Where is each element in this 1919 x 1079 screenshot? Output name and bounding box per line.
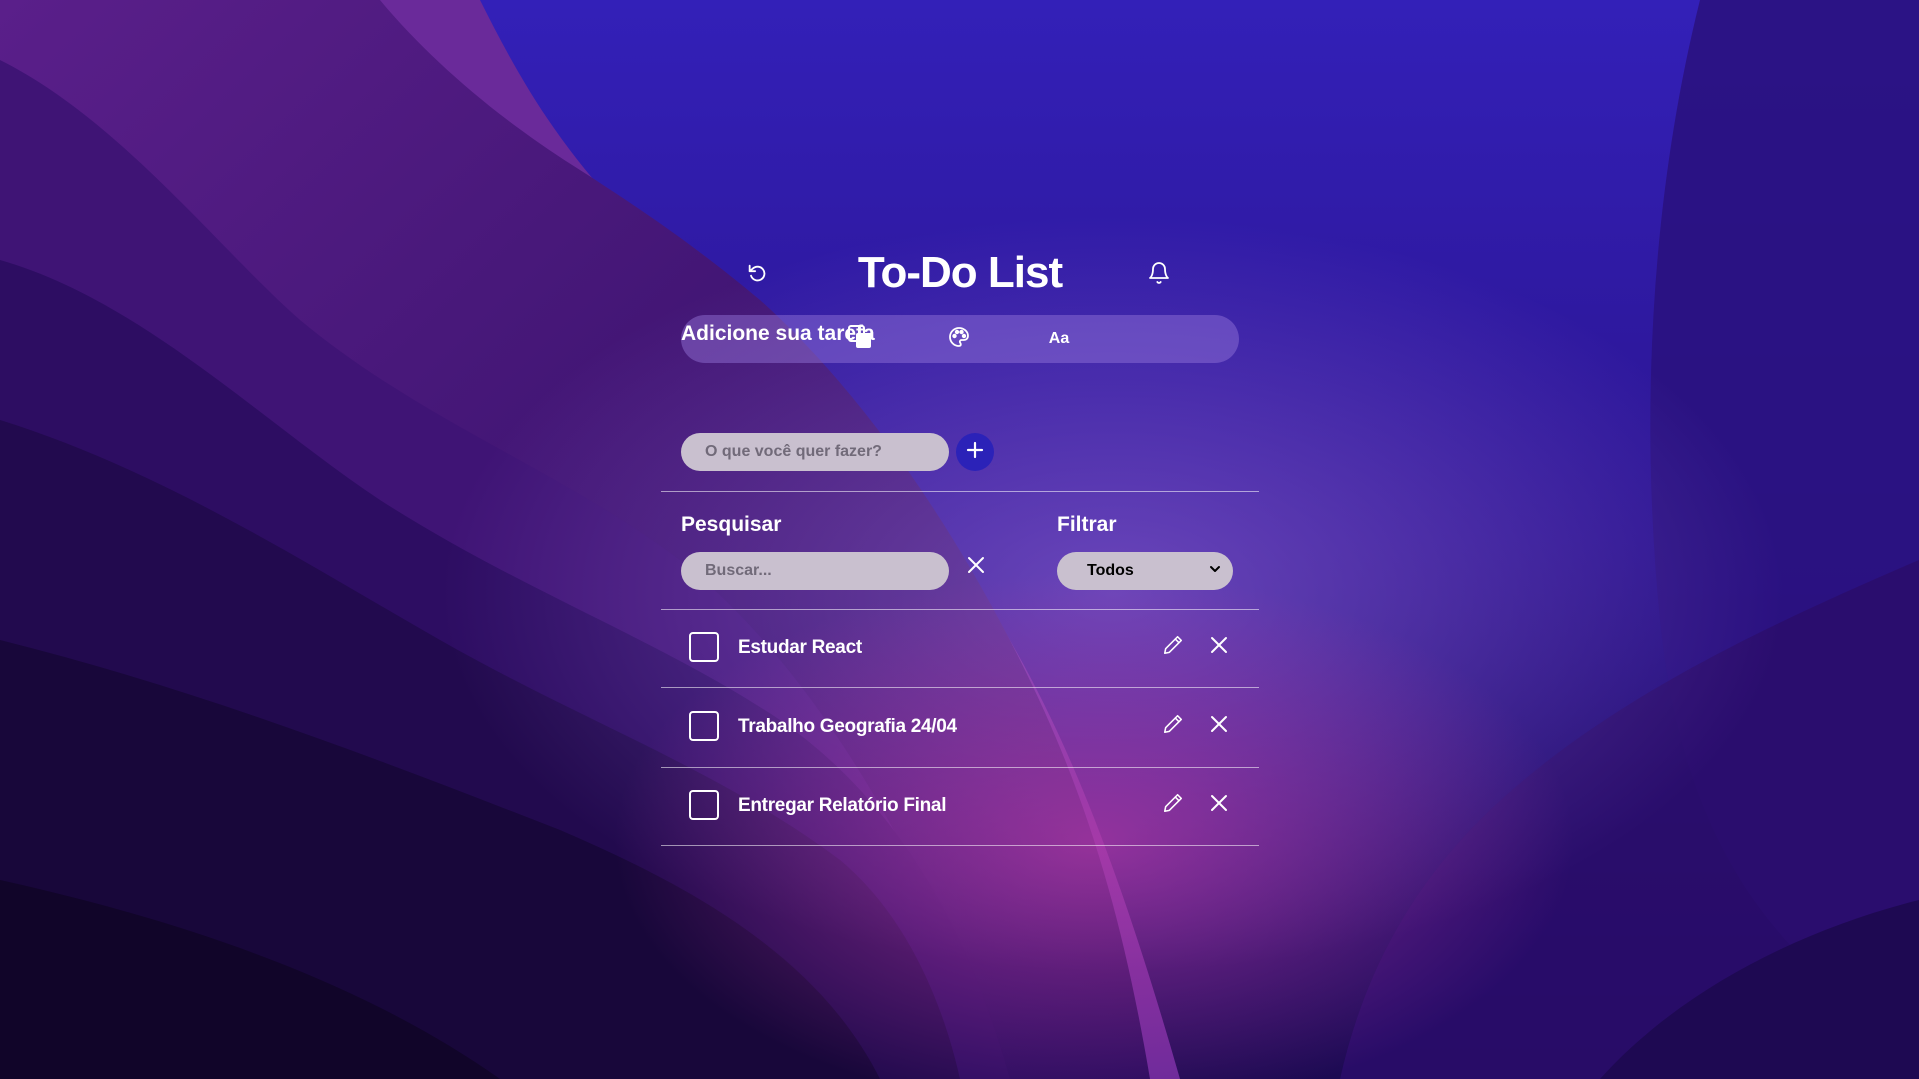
close-icon <box>1210 715 1228 738</box>
close-icon <box>1210 794 1228 817</box>
task-checkbox[interactable] <box>689 711 719 741</box>
plus-icon <box>966 441 984 464</box>
close-icon <box>967 556 985 579</box>
divider <box>661 491 1259 492</box>
task-checkbox[interactable] <box>689 790 719 820</box>
add-task-label: Adicione sua tarefa <box>681 322 875 345</box>
app-header: To-Do List <box>661 236 1259 310</box>
add-task-button[interactable] <box>956 433 994 471</box>
bell-icon <box>1147 261 1171 290</box>
pencil-icon <box>1162 792 1184 819</box>
palette-icon <box>947 325 971 354</box>
close-icon <box>1210 636 1228 659</box>
chevron-down-icon <box>1209 562 1221 580</box>
search-input[interactable] <box>681 552 949 590</box>
filter-select[interactable]: Todos <box>1057 552 1233 590</box>
delete-task-button[interactable] <box>1206 792 1232 818</box>
task-text: Estudar React <box>738 637 862 658</box>
search-label: Pesquisar <box>681 513 782 536</box>
filter-selected-value: Todos <box>1087 562 1134 579</box>
color-palette-button[interactable] <box>944 324 974 354</box>
task-item: Estudar React <box>661 610 1259 688</box>
task-checkbox[interactable] <box>689 632 719 662</box>
delete-task-button[interactable] <box>1206 634 1232 660</box>
clear-search-button[interactable] <box>963 554 989 580</box>
add-task-input[interactable] <box>681 433 949 471</box>
task-item: Trabalho Geografia 24/04 <box>661 689 1259 767</box>
divider <box>661 845 1259 846</box>
edit-task-button[interactable] <box>1160 792 1186 818</box>
todo-app: To-Do List Aa Adicione sua tarefa O que … <box>661 210 1259 850</box>
filter-label: Filtrar <box>1057 513 1117 536</box>
notifications-button[interactable] <box>1144 260 1174 290</box>
pencil-icon <box>1162 713 1184 740</box>
edit-task-button[interactable] <box>1160 713 1186 739</box>
font-size-button[interactable]: Aa <box>1044 324 1074 354</box>
task-text: Trabalho Geografia 24/04 <box>738 716 957 737</box>
edit-task-button[interactable] <box>1160 634 1186 660</box>
task-text: Entregar Relatório Final <box>738 795 947 816</box>
pencil-icon <box>1162 634 1184 661</box>
task-item: Entregar Relatório Final <box>661 768 1259 846</box>
divider <box>661 687 1259 688</box>
delete-task-button[interactable] <box>1206 713 1232 739</box>
